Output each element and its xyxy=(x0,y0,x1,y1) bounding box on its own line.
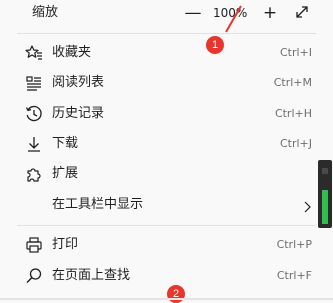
menu-item-label: 下载 xyxy=(52,136,79,151)
menu-item-shortcut: Ctrl+I xyxy=(279,46,312,59)
widget-bar-top xyxy=(322,168,328,174)
printer-icon xyxy=(24,235,44,255)
divider xyxy=(17,225,316,226)
annotation-badge-1: 1 xyxy=(206,36,224,54)
menu-item-label: 历史记录 xyxy=(52,106,105,121)
menu-item-label: 在页面上查找 xyxy=(52,268,131,283)
zoom-row: 缩放 — 100% + xyxy=(0,0,316,28)
menu-item-label: 扩展 xyxy=(52,166,79,181)
menu-item-shortcut: Ctrl+H xyxy=(274,107,312,120)
menu-item-shortcut: Ctrl+J xyxy=(279,137,312,150)
menu-item-shortcut: Ctrl+P xyxy=(276,238,312,251)
fullscreen-expand-icon[interactable] xyxy=(294,4,310,20)
menu-item-find-on-page[interactable]: 在页面上查找 Ctrl+F xyxy=(0,260,316,291)
widget-level-bar xyxy=(322,190,328,224)
browser-settings-menu: 缩放 — 100% + 收藏夹 Ctrl+I 阅读列表 Ctrl+M 历史记录 … xyxy=(0,0,316,300)
menu-item-label: 在工具栏中显示 xyxy=(52,197,144,212)
menu-item-label: 收藏夹 xyxy=(52,45,92,60)
zoom-label: 缩放 xyxy=(32,5,59,20)
annotation-badge-2: 2 xyxy=(167,285,185,303)
menu-item-extensions[interactable]: 扩展 xyxy=(0,158,316,189)
menu-item-label: 打印 xyxy=(52,237,79,252)
chevron-right-icon xyxy=(302,198,312,213)
menu-item-show-in-toolbar[interactable]: 在工具栏中显示 xyxy=(0,189,316,220)
extensions-puzzle-icon xyxy=(24,164,44,184)
menu-item-shortcut: Ctrl+M xyxy=(273,76,312,89)
menu-item-label: 阅读列表 xyxy=(52,75,105,90)
history-clock-icon xyxy=(24,104,44,124)
reading-list-icon xyxy=(24,73,44,93)
find-magnifier-icon xyxy=(24,266,44,286)
menu-item-reading-list[interactable]: 阅读列表 Ctrl+M xyxy=(0,67,316,98)
menu-item-downloads[interactable]: 下载 Ctrl+J xyxy=(0,128,316,159)
favorites-star-icon xyxy=(24,43,44,63)
zoom-value: 100% xyxy=(213,6,248,20)
divider xyxy=(17,33,316,34)
side-level-widget xyxy=(318,160,332,228)
menu-item-history[interactable]: 历史记录 Ctrl+H xyxy=(0,98,316,129)
download-arrow-icon xyxy=(24,134,44,154)
menu-item-shortcut: Ctrl+F xyxy=(276,269,312,282)
zoom-out-button[interactable]: — xyxy=(181,1,205,25)
menu-item-print[interactable]: 打印 Ctrl+P xyxy=(0,229,316,260)
zoom-in-button[interactable]: + xyxy=(258,1,282,25)
menu-item-favorites[interactable]: 收藏夹 Ctrl+I xyxy=(0,37,316,68)
